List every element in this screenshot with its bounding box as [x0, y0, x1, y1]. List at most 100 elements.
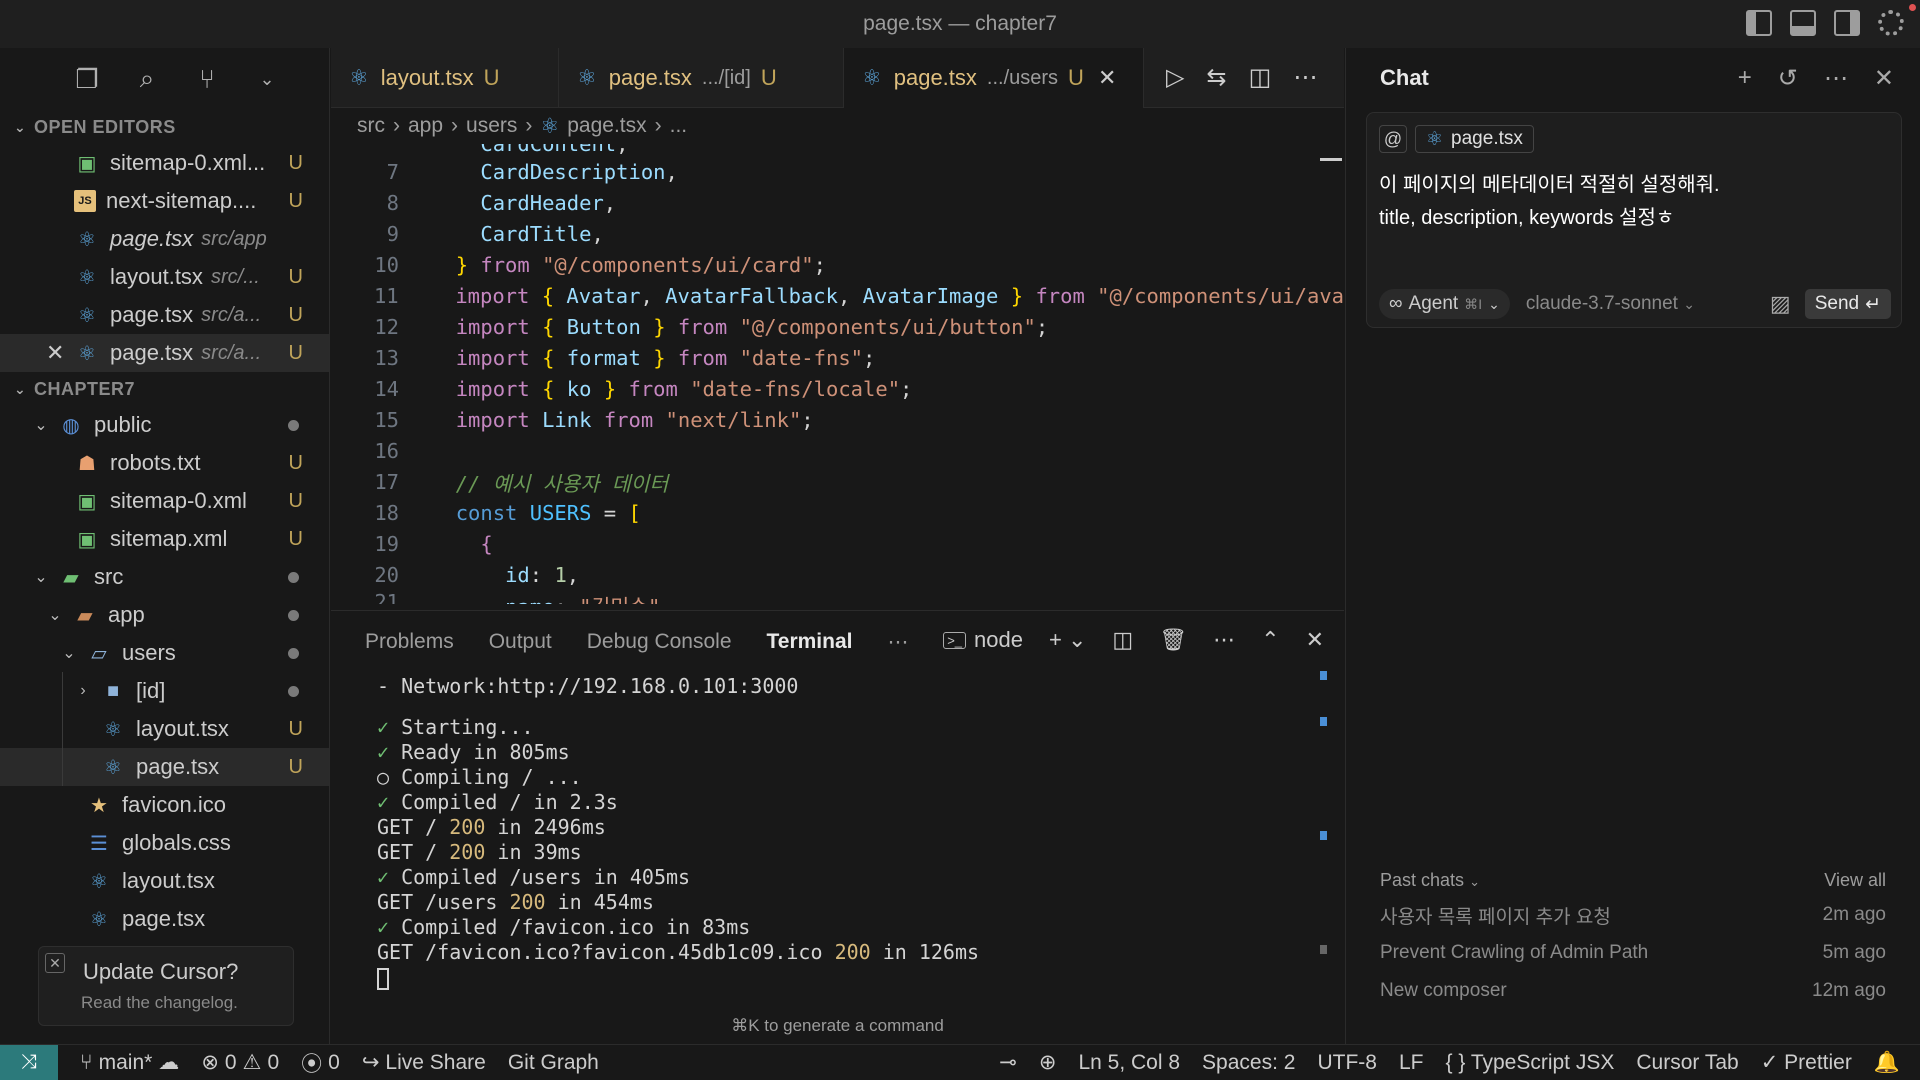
tree-file-sitemap[interactable]: ▣ sitemap.xml U [0, 520, 329, 558]
tab-terminal[interactable]: Terminal [767, 630, 853, 654]
open-editor-item[interactable]: JS next-sitemap.... U [0, 182, 329, 220]
bell-icon[interactable]: 🔔 [1874, 1051, 1900, 1075]
terminal-output[interactable]: - Network: http://192.168.0.101:3000 ✓ S… [377, 673, 1297, 990]
tree-file-robots[interactable]: ☗ robots.txt U [0, 444, 329, 482]
tab-output[interactable]: Output [489, 630, 552, 654]
tab-debug-console[interactable]: Debug Console [587, 630, 732, 654]
terminal-line: GET / 200 in 2496ms [377, 814, 606, 839]
git-branch-icon: ⑂ [80, 1050, 93, 1074]
mention-button[interactable]: @ [1379, 125, 1407, 153]
indentation[interactable]: Spaces: 2 [1202, 1051, 1295, 1075]
past-chats-toggle[interactable]: Past chats ⌄ [1380, 870, 1480, 891]
tree-file-users-page[interactable]: ⚛ page.tsx U [0, 748, 329, 786]
image-attach-icon[interactable]: ▨ [1770, 291, 1791, 317]
modified-dot [288, 647, 299, 659]
agent-mode-selector[interactable]: ∞ Agent ⌘I ⌄ [1379, 289, 1510, 319]
trash-icon[interactable]: 🗑 [1159, 627, 1187, 653]
new-chat-icon[interactable]: + [1738, 64, 1752, 93]
tab-page-tsx-id[interactable]: ⚛ page.tsx .../[id] U [559, 48, 844, 108]
compare-changes-icon[interactable]: ⇆ [1206, 63, 1226, 92]
tree-file-app-layout[interactable]: ⚛ layout.tsx [0, 862, 329, 900]
react-icon: ⚛ [78, 266, 96, 289]
project-header[interactable]: ⌄ CHAPTER7 [0, 372, 329, 406]
run-icon[interactable]: ▷ [1166, 63, 1184, 92]
end-of-line[interactable]: LF [1399, 1051, 1424, 1075]
toggle-secondary-sidebar-icon[interactable] [1834, 10, 1860, 36]
tree-file-app-page[interactable]: ⚛ page.tsx [0, 900, 329, 938]
tree-folder-users[interactable]: ⌄ ▱ users [0, 634, 329, 672]
close-icon[interactable]: ✕ [1098, 65, 1116, 91]
history-icon[interactable]: ↺ [1778, 64, 1798, 93]
source-control-icon[interactable]: ⑂ [192, 64, 222, 95]
live-share-button[interactable]: ↪ Live Share [362, 1050, 486, 1075]
cursor-tab[interactable]: Cursor Tab [1636, 1051, 1738, 1075]
remote-icon[interactable]: ⤨ [0, 1044, 58, 1080]
toggle-panel-icon[interactable] [1790, 10, 1816, 36]
settings-gear-icon[interactable] [1878, 10, 1904, 36]
view-all-link[interactable]: View all [1824, 870, 1886, 891]
new-terminal-icon[interactable]: + ⌄ [1049, 627, 1086, 653]
past-chat-item[interactable]: 사용자 목록 페이지 추가 요청 2m ago [1380, 896, 1886, 934]
encoding[interactable]: UTF-8 [1317, 1051, 1377, 1075]
language-mode[interactable]: { } TypeScript JSX [1445, 1051, 1614, 1075]
editor-tabs: ⚛ layout.tsx U ⚛ page.tsx .../[id] U ⚛ p… [331, 48, 1344, 108]
git-graph-button[interactable]: Git Graph [508, 1051, 599, 1075]
close-icon[interactable]: ✕ [1306, 627, 1324, 653]
chat-composer[interactable]: @ ⚛ page.tsx 이 페이지의 메타데이터 적절히 설정해줘. titl… [1366, 112, 1902, 328]
close-icon[interactable]: ✕ [46, 340, 64, 366]
problems-indicator[interactable]: ⊗ 0 ⚠ 0 [201, 1050, 279, 1075]
more-icon[interactable]: ⋯ [1824, 64, 1848, 93]
maximize-panel-icon[interactable]: ⌃ [1261, 627, 1279, 653]
close-icon[interactable]: ✕ [1874, 64, 1894, 93]
context-file-chip[interactable]: ⚛ page.tsx [1415, 125, 1534, 153]
more-icon[interactable]: ⋯ [1213, 627, 1235, 653]
tree-file-users-layout[interactable]: ⚛ layout.tsx U [0, 710, 329, 748]
tree-folder-public[interactable]: ⌄ ◍ public [0, 406, 329, 444]
changelog-link[interactable]: Read the changelog. [81, 993, 238, 1013]
code-editor[interactable]: CardContent, 7 CardDescription, 8 CardHe… [331, 144, 1344, 608]
close-icon[interactable]: ✕ [45, 953, 65, 973]
zoom-icon[interactable]: ⊕ [1039, 1050, 1057, 1075]
past-chat-item[interactable]: New composer 12m ago [1380, 972, 1886, 1010]
panel-tabs: Problems Output Debug Console Terminal ⋯… [331, 611, 1344, 673]
split-terminal-icon[interactable]: ◫ [1112, 627, 1133, 653]
tab-page-tsx-users[interactable]: ⚛ page.tsx .../users U ✕ [844, 48, 1144, 108]
chat-input[interactable]: 이 페이지의 메타데이터 적절히 설정해줘. title, descriptio… [1379, 169, 1720, 235]
send-button[interactable]: Send ↵ [1804, 289, 1891, 319]
tree-file-favicon[interactable]: ★ favicon.ico [0, 786, 329, 824]
toggle-primary-sidebar-icon[interactable] [1746, 10, 1772, 36]
open-editor-item[interactable]: ⚛ page.tsx src/a... U [0, 296, 329, 334]
model-selector[interactable]: claude-3.7-sonnet ⌄ [1526, 293, 1695, 315]
tab-layout-tsx[interactable]: ⚛ layout.tsx U [331, 48, 559, 108]
open-editor-item[interactable]: ⚛ layout.tsx src/... U [0, 258, 329, 296]
prettier[interactable]: ✓ Prettier [1761, 1050, 1852, 1075]
title-bar: page.tsx — chapter7 [0, 0, 1920, 48]
more-icon[interactable]: ⋯ [1293, 63, 1317, 92]
open-editor-item[interactable]: ▣ sitemap-0.xml... U [0, 144, 329, 182]
branch-indicator[interactable]: ⑂ main* ☁ [80, 1050, 179, 1075]
check-icon: ✓ [1760, 1051, 1779, 1074]
more-icon[interactable]: ⋯ [887, 630, 908, 655]
split-editor-icon[interactable]: ◫ [1249, 63, 1272, 92]
tree-file-sitemap-0[interactable]: ▣ sitemap-0.xml U [0, 482, 329, 520]
past-chat-item[interactable]: Prevent Crawling of Admin Path 5m ago [1380, 934, 1886, 972]
open-editor-item-active[interactable]: ✕ ⚛ page.tsx src/a... U [0, 334, 329, 372]
code-line: 15 import Link from "next/link"; [374, 407, 814, 432]
commit-icon[interactable]: ⊸ [999, 1050, 1017, 1075]
search-icon[interactable]: ⌕ [132, 63, 162, 95]
chevron-down-icon[interactable]: ⌄ [252, 69, 282, 90]
tree-folder-app[interactable]: ⌄ ▰ app [0, 596, 329, 634]
terminal-shell-selector[interactable]: >_ node [943, 627, 1023, 653]
tree-folder-src[interactable]: ⌄ ▰ src [0, 558, 329, 596]
chevron-down-icon: ⌄ [1469, 873, 1480, 889]
update-notification[interactable]: ✕ Update Cursor? Read the changelog. [38, 946, 294, 1026]
open-editor-item[interactable]: ⚛ page.tsx src/app [0, 220, 329, 258]
tree-file-globals[interactable]: ☰ globals.css [0, 824, 329, 862]
code-line: 18 const USERS = [ [374, 500, 641, 525]
cursor-position[interactable]: Ln 5, Col 8 [1078, 1051, 1180, 1075]
ports-indicator[interactable]: ⦿ 0 [301, 1048, 340, 1078]
explorer-files-icon[interactable]: ❐ [72, 64, 102, 95]
open-editors-header[interactable]: ⌄ OPEN EDITORS [0, 110, 329, 144]
tab-problems[interactable]: Problems [365, 630, 454, 654]
tree-folder-id[interactable]: › ■ [id] [0, 672, 329, 710]
